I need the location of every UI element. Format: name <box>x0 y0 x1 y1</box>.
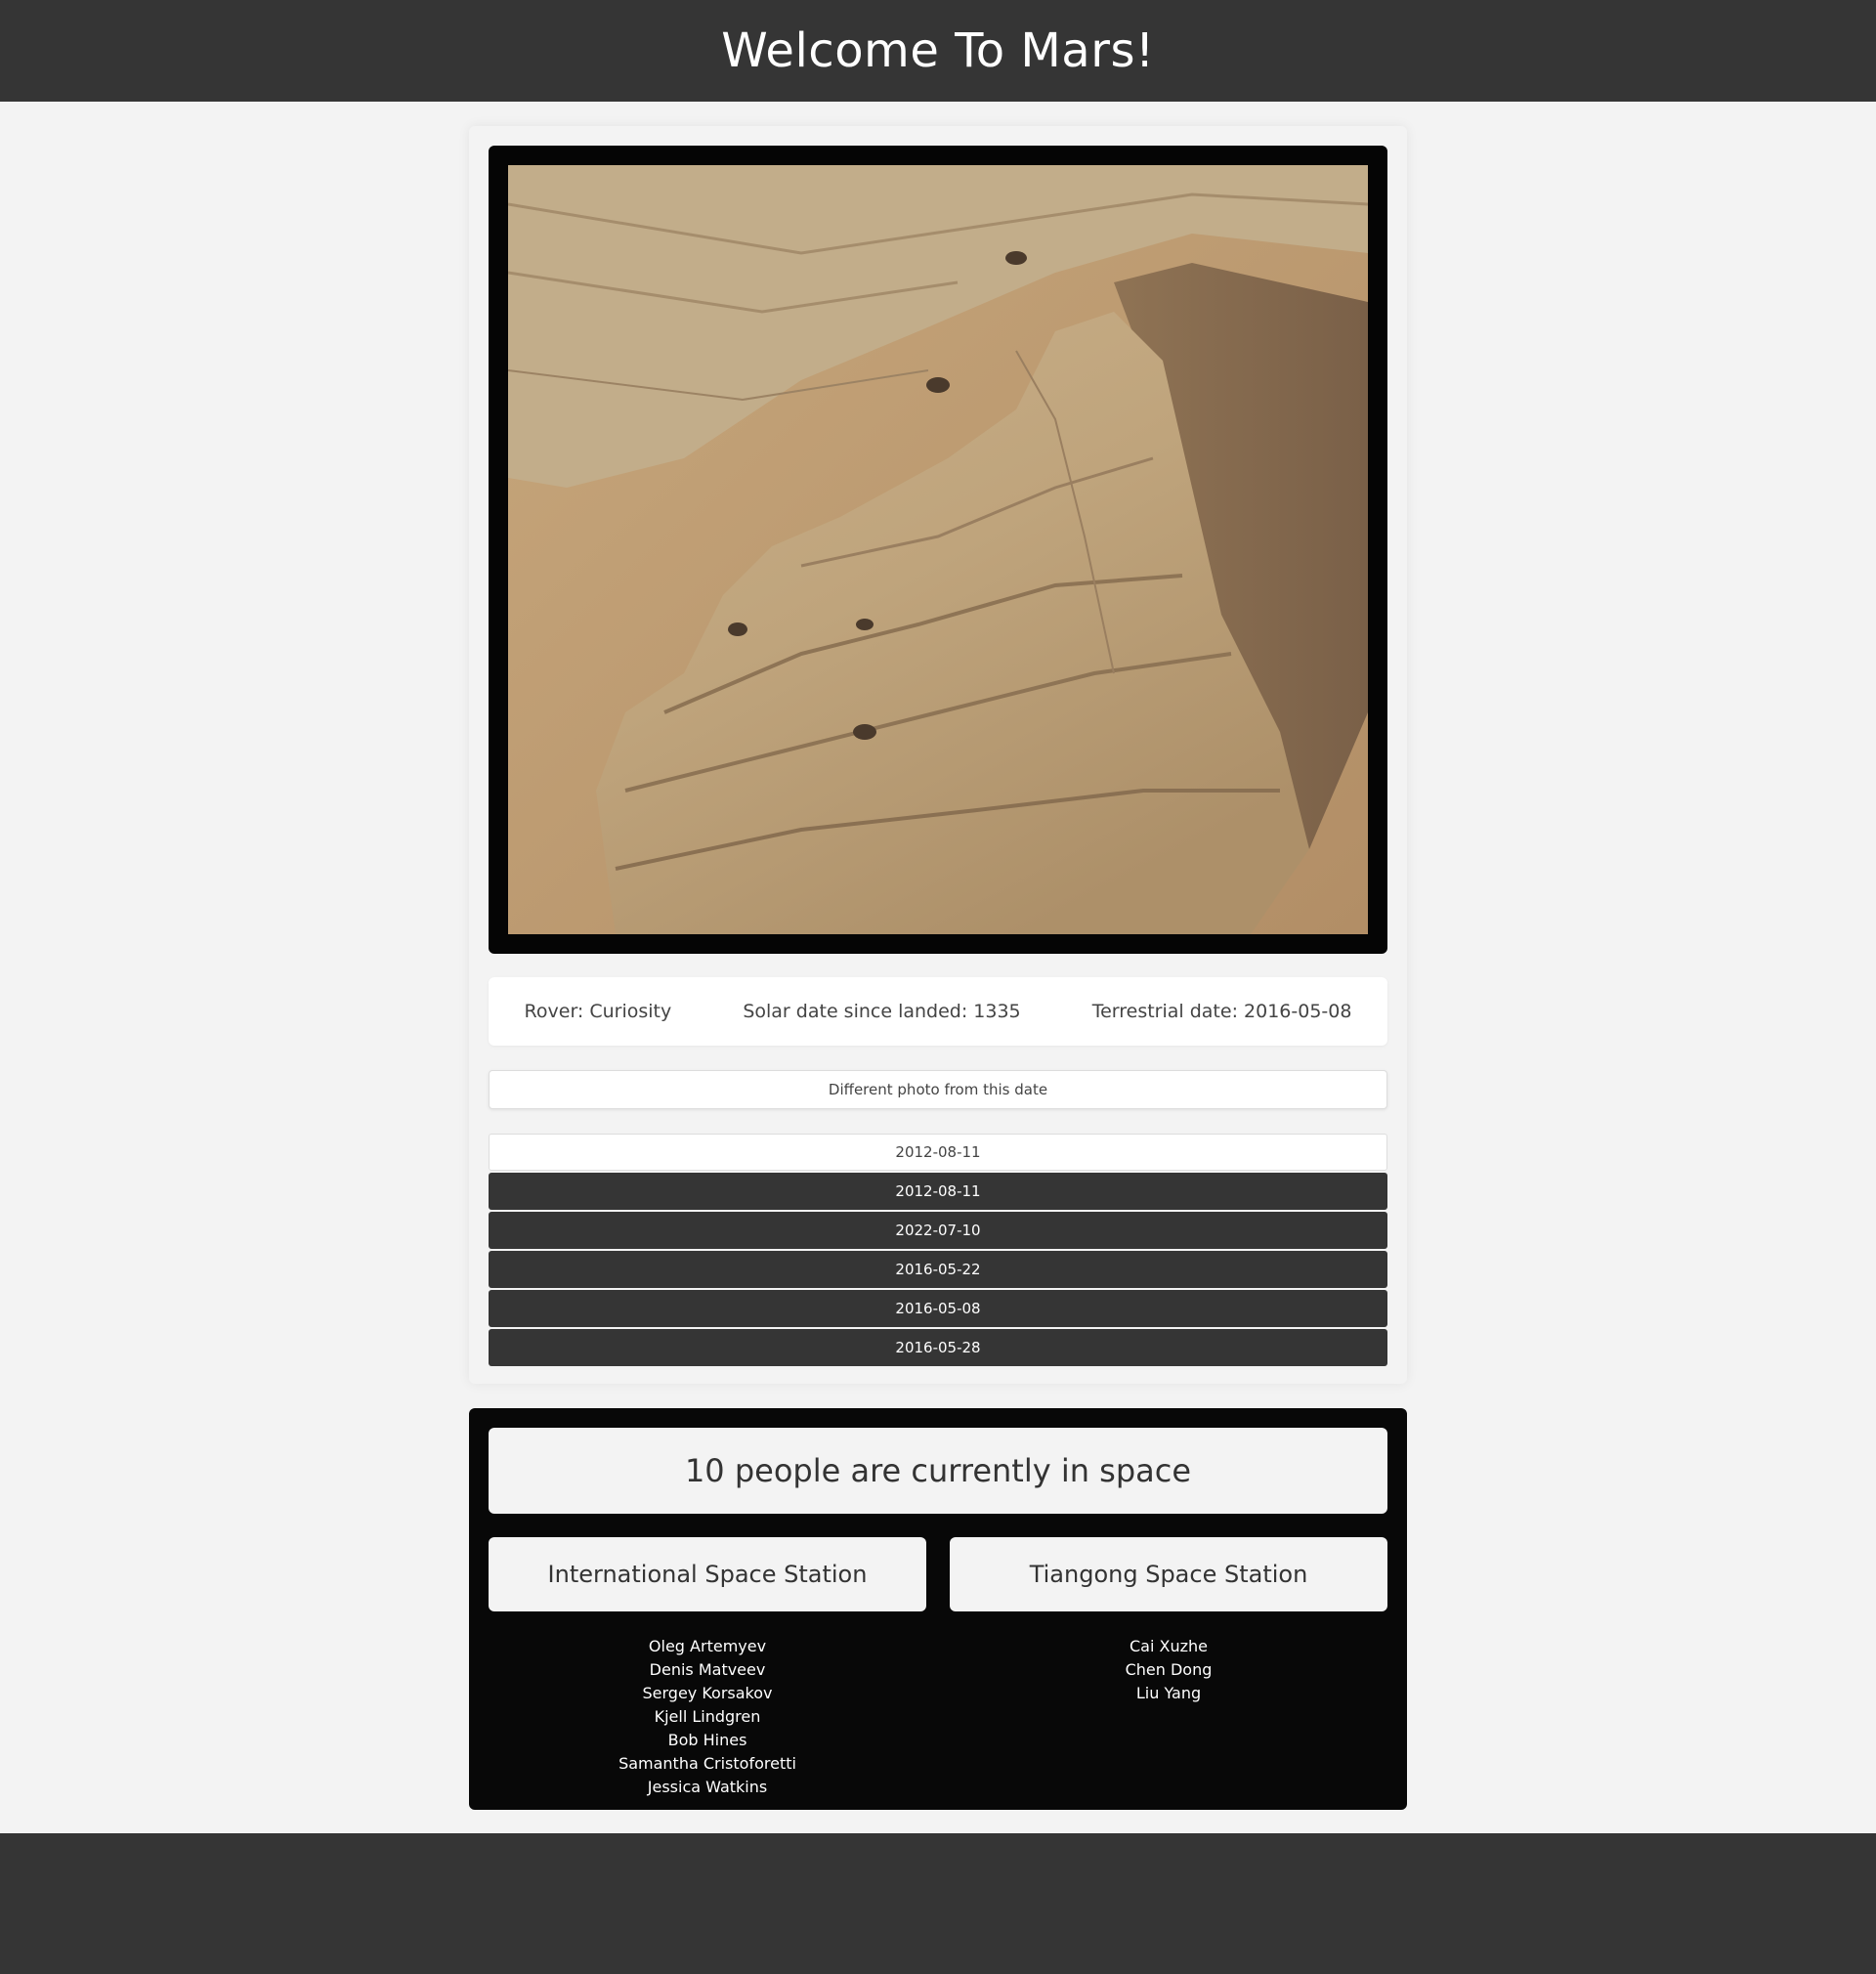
stations: International Space Station Oleg Artemye… <box>489 1537 1387 1799</box>
crew-member: Chen Dong <box>1125 1660 1213 1679</box>
sol-date: Solar date since landed: 1335 <box>743 1001 1021 1022</box>
crew-member: Jessica Watkins <box>647 1778 768 1796</box>
crew-member: Denis Matveev <box>649 1660 766 1679</box>
station-tiangong: Tiangong Space Station Cai Xuzhe Chen Do… <box>950 1537 1387 1799</box>
mars-photo-card: Rover: Curiosity Solar date since landed… <box>469 126 1407 1384</box>
page-title: Welcome To Mars! <box>721 23 1155 78</box>
crew-member: Samantha Cristoforetti <box>618 1754 796 1773</box>
crew-member: Oleg Artemyev <box>648 1637 767 1655</box>
station-title: International Space Station <box>489 1537 926 1611</box>
date-button[interactable]: 2016-05-28 <box>489 1329 1387 1366</box>
people-count-heading: 10 people are currently in space <box>489 1428 1387 1514</box>
station-iss: International Space Station Oleg Artemye… <box>489 1537 926 1799</box>
date-button[interactable]: 2016-05-08 <box>489 1290 1387 1327</box>
main-content: Rover: Curiosity Solar date since landed… <box>469 126 1407 1810</box>
crew-list: Oleg Artemyev Denis Matveev Sergey Korsa… <box>489 1635 926 1799</box>
date-button[interactable]: 2012-08-11 <box>489 1134 1387 1171</box>
date-list: 2012-08-11 2012-08-11 2022-07-10 2016-05… <box>489 1134 1387 1366</box>
crew-member: Sergey Korsakov <box>642 1684 773 1702</box>
site-header: Welcome To Mars! <box>0 0 1876 102</box>
crew-member: Liu Yang <box>1135 1684 1202 1702</box>
crew-member: Kjell Lindgren <box>654 1707 761 1726</box>
crew-list: Cai Xuzhe Chen Dong Liu Yang <box>950 1635 1387 1705</box>
earth-date: Terrestrial date: 2016-05-08 <box>1091 1001 1352 1022</box>
rover-name: Rover: Curiosity <box>524 1001 672 1022</box>
crew-member: Bob Hines <box>667 1731 747 1749</box>
different-photo-button[interactable]: Different photo from this date <box>489 1070 1387 1109</box>
date-button[interactable]: 2016-05-22 <box>489 1251 1387 1288</box>
crew-member: Cai Xuzhe <box>1130 1637 1208 1655</box>
mars-rover-photo <box>508 165 1368 934</box>
date-button[interactable]: 2012-08-11 <box>489 1173 1387 1210</box>
people-in-space-card: 10 people are currently in space Interna… <box>469 1408 1407 1810</box>
photo-info-bar: Rover: Curiosity Solar date since landed… <box>489 977 1387 1046</box>
date-button[interactable]: 2022-07-10 <box>489 1212 1387 1249</box>
site-footer <box>0 1833 1876 1974</box>
station-title: Tiangong Space Station <box>950 1537 1387 1611</box>
photo-frame <box>489 146 1387 954</box>
